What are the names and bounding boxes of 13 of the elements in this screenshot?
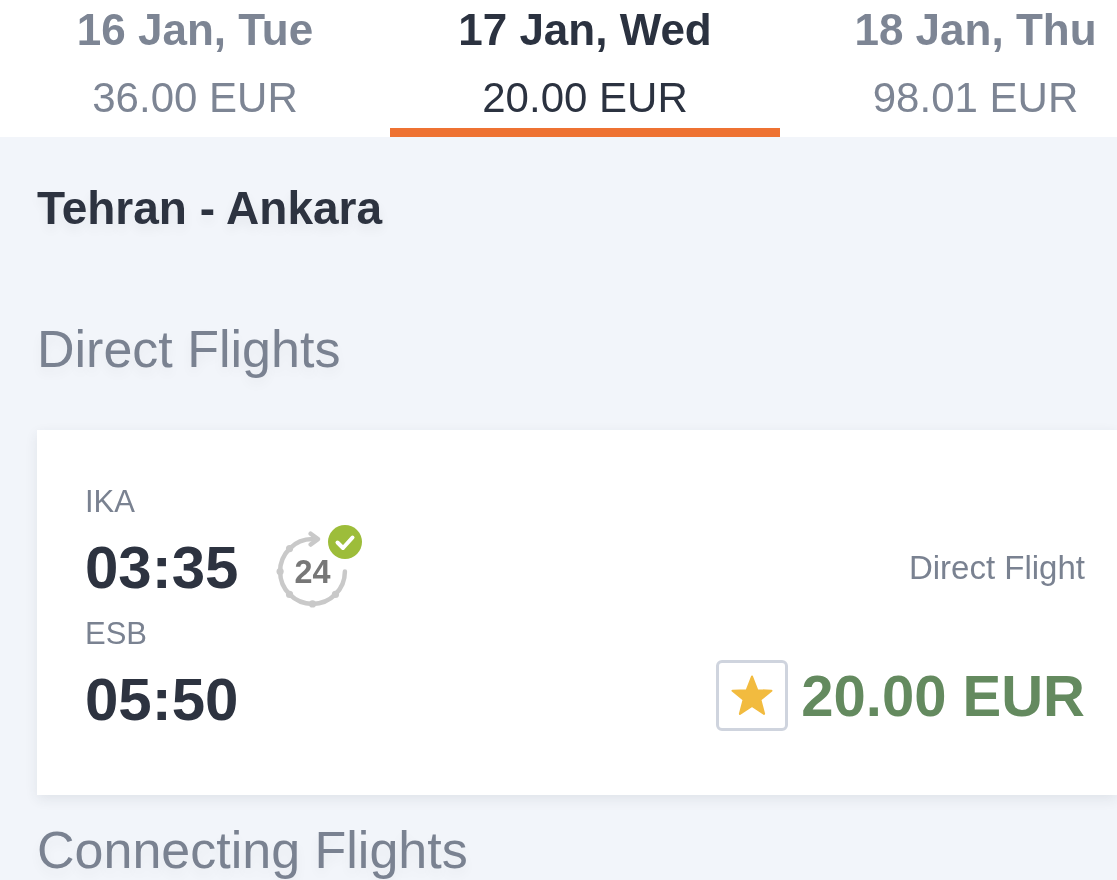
flight-price: 20.00 EUR [801, 663, 1085, 728]
flight-type-label: Direct Flight [908, 548, 1085, 588]
route-title: Tehran - Ankara [37, 181, 383, 236]
departure-airport-code: IKA [85, 484, 135, 520]
arrival-time: 05:50 [85, 668, 239, 732]
departure-time: 03:35 [85, 536, 239, 600]
date-tab[interactable]: 18 Jan, Thu 98.01 EUR [780, 0, 1117, 137]
section-heading: Connecting Flights [37, 822, 468, 878]
arrival-airport-code: ESB [85, 616, 148, 652]
flight-card[interactable]: IKA 03:35 24 ESB 05:50 Direct Flight 20.00 EUR [37, 430, 1117, 795]
date-tab[interactable]: 16 Jan, Tue 36.00 EUR [0, 0, 390, 137]
star-button[interactable] [716, 660, 789, 731]
section-heading: Direct Flights [37, 319, 341, 379]
